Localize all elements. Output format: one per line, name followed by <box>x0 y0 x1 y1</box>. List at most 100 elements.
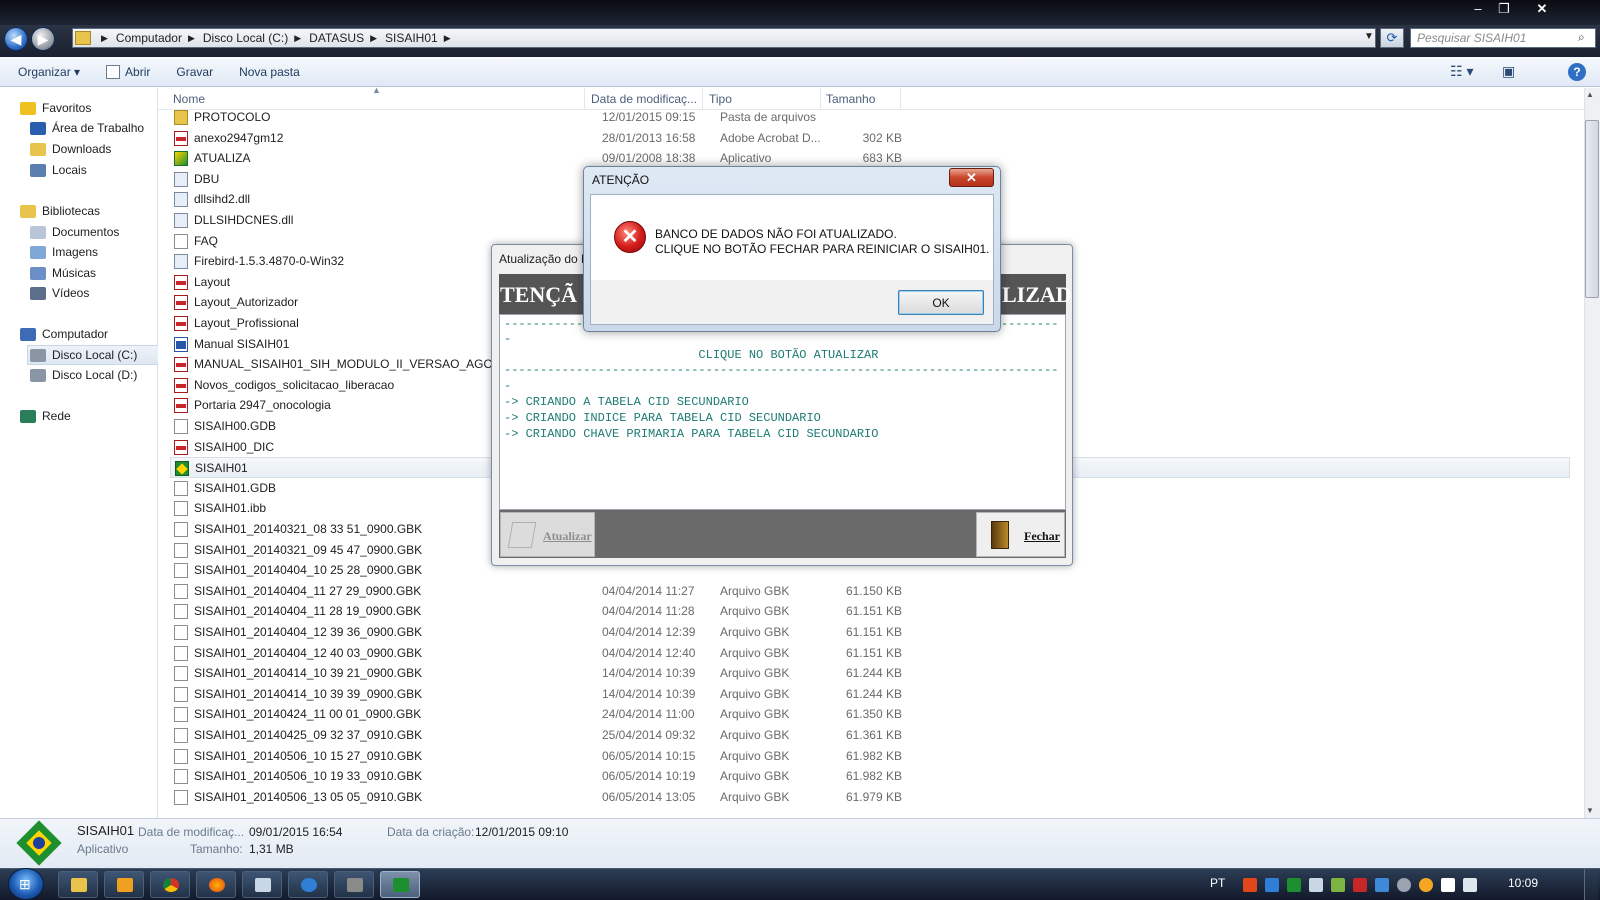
search-icon[interactable]: ⌕ <box>1578 30 1585 45</box>
view-options-icon[interactable]: ☷ ▾ <box>1450 63 1473 80</box>
sidebar-item-locais[interactable]: Locais <box>30 160 87 180</box>
file-row[interactable]: SISAIH01_20140404_12 39 36_0900.GBK 04/04… <box>170 622 1570 643</box>
taskbar-sisaih01[interactable] <box>380 871 420 898</box>
file-file-icon <box>174 728 188 743</box>
file-row[interactable]: SISAIH01_20140425_09 32 37_0910.GBK 25/04… <box>170 725 1570 746</box>
column-date[interactable]: Data de modificaç... <box>591 92 697 106</box>
taskbar-firefox[interactable] <box>196 871 236 898</box>
sidebar-item-computador[interactable]: Computador <box>20 324 108 344</box>
breadcrumb-disco-local[interactable]: Disco Local (C:) <box>203 31 288 45</box>
sidebar-item-downloads[interactable]: Downloads <box>30 139 111 159</box>
start-button[interactable]: ⊞ <box>8 868 44 900</box>
file-row[interactable]: SISAIH01_20140506_10 19 33_0910.GBK 06/05… <box>170 766 1570 787</box>
scrollbar-thumb[interactable] <box>1585 120 1599 298</box>
file-row[interactable]: SISAIH01_20140404_12 40 03_0900.GBK 04/04… <box>170 643 1570 664</box>
ok-button[interactable]: OK <box>898 290 984 315</box>
update-button[interactable]: Atualizar <box>500 512 595 557</box>
search-input[interactable]: Pesquisar SISAIH01 <box>1410 28 1596 48</box>
sidebar-item-m-sicas[interactable]: Músicas <box>30 263 96 283</box>
new-folder-button[interactable]: Nova pasta <box>239 65 300 79</box>
tray-app-icon[interactable] <box>1287 878 1301 892</box>
file-date: 28/01/2013 16:58 <box>602 130 696 145</box>
sidebar-item-documentos[interactable]: Documentos <box>30 222 119 242</box>
tray-app-icon[interactable] <box>1397 878 1411 892</box>
maximize-button[interactable]: ❐ <box>1490 0 1518 18</box>
sidebar-item--rea-de-trabalho[interactable]: Área de Trabalho <box>30 118 144 138</box>
action-center-flag-icon[interactable] <box>1441 878 1455 892</box>
close-button[interactable]: Fechar <box>976 512 1065 557</box>
breadcrumb-sisaih01[interactable]: SISAIH01 <box>385 31 438 45</box>
volume-icon[interactable] <box>1463 878 1477 892</box>
file-row[interactable]: PROTOCOLO 12/01/2015 09:15 Pasta de arquiv… <box>170 107 1570 128</box>
file-date: 25/04/2014 09:32 <box>602 728 696 742</box>
tray-shield-icon[interactable] <box>1353 878 1367 892</box>
file-row[interactable]: SISAIH01_20140506_13 05 05_0910.GBK 06/05… <box>170 787 1570 808</box>
computer-icon <box>20 327 36 341</box>
tray-network-icon[interactable] <box>1375 878 1389 892</box>
sidebar-item-favoritos[interactable]: Favoritos <box>20 98 91 118</box>
file-row[interactable]: SISAIH01_20140404_11 28 19_0900.GBK 04/04… <box>170 601 1570 622</box>
file-row[interactable]: SISAIH01_20140424_11 00 01_0900.GBK 24/04… <box>170 704 1570 725</box>
command-bar: Organizar ▾ Abrir Gravar Nova pasta <box>0 57 1600 87</box>
burn-button[interactable]: Gravar <box>176 65 213 79</box>
organize-button[interactable]: Organizar ▾ <box>18 65 80 79</box>
file-type: Aplicativo <box>720 151 772 166</box>
dialog-close-button[interactable]: ✕ <box>949 168 994 187</box>
file-row[interactable]: SISAIH01_20140414_10 39 21_0900.GBK 14/04… <box>170 663 1570 684</box>
column-size[interactable]: Tamanho <box>826 92 875 106</box>
back-arrow-icon: ◀ <box>10 31 22 47</box>
firefox-icon <box>209 878 225 892</box>
file-name: MANUAL_SISAIH01_SIH_MODULO_II_VERSAO_AGO… <box>194 357 531 372</box>
file-name: SISAIH01_20140404_12 39 36_0900.GBK <box>194 625 423 639</box>
file-row[interactable]: SISAIH01_20140414_10 39 39_0900.GBK 14/04… <box>170 684 1570 705</box>
taskbar-explorer[interactable] <box>58 871 98 898</box>
taskbar-clock[interactable]: 10:09 <box>1508 876 1538 890</box>
taskbar-atualiza[interactable] <box>334 871 374 898</box>
sidebar-item-imagens[interactable]: Imagens <box>30 242 98 262</box>
scroll-down-icon[interactable]: ▼ <box>1586 806 1594 815</box>
forward-button[interactable]: ▶ <box>31 27 55 51</box>
file-file-icon <box>174 686 188 702</box>
preview-pane-icon[interactable]: ▣ <box>1502 63 1515 80</box>
taskbar-media-player[interactable] <box>104 871 144 898</box>
tray-app-icon[interactable] <box>1419 878 1433 892</box>
breadcrumb-datasus[interactable]: DATASUS <box>309 31 364 45</box>
address-bar[interactable]: ▶ Computador ▶ Disco Local (C:) ▶ DATASU… <box>72 28 1376 48</box>
column-type[interactable]: Tipo <box>709 92 732 106</box>
file-row[interactable]: SISAIH01_20140506_10 15 27_0910.GBK 06/05… <box>170 746 1570 767</box>
file-name: SISAIH01_20140506_10 19 33_0910.GBK <box>194 769 423 784</box>
taskbar-chrome[interactable] <box>150 871 190 898</box>
sidebar-item-disco-local-d-[interactable]: Disco Local (D:) <box>30 365 137 385</box>
sidebar-item-label: Imagens <box>52 245 99 259</box>
tray-app-icon[interactable] <box>1331 878 1345 892</box>
file-name: SISAIH01_20140414_10 39 21_0900.GBK <box>194 666 423 681</box>
file-type: Arquivo GBK <box>720 645 790 660</box>
tray-app-icon[interactable] <box>1243 878 1257 892</box>
sidebar-item-rede[interactable]: Rede <box>20 406 71 426</box>
sidebar-item-bibliotecas[interactable]: Bibliotecas <box>20 201 100 221</box>
refresh-button[interactable]: ⟳ <box>1380 28 1404 48</box>
back-button[interactable]: ◀ <box>4 27 28 51</box>
sidebar-item-v-deos[interactable]: Vídeos <box>30 283 89 303</box>
sidebar-item-label: Favoritos <box>42 101 92 115</box>
breadcrumb-computador[interactable]: Computador <box>116 31 182 45</box>
open-button[interactable]: Abrir <box>106 64 150 79</box>
language-indicator[interactable]: PT <box>1210 876 1225 890</box>
taskbar-calculator[interactable] <box>242 871 282 898</box>
sidebar-item-disco-local-c-[interactable]: Disco Local (C:) <box>27 345 179 365</box>
breadcrumb-arrow-icon: ▶ <box>101 32 108 43</box>
file-row[interactable]: anexo2947gm12 28/01/2013 16:58 Adobe Acrob… <box>170 128 1570 149</box>
taskbar-internet-explorer[interactable] <box>288 871 328 898</box>
file-file-icon <box>174 645 188 661</box>
minimize-button[interactable]: – <box>1464 0 1492 18</box>
scroll-up-icon[interactable]: ▲ <box>1586 90 1594 99</box>
show-desktop-button[interactable] <box>1584 869 1598 900</box>
address-dropdown-icon[interactable]: ▼ <box>1364 31 1374 42</box>
file-row[interactable]: SISAIH01_20140404_11 27 29_0900.GBK 04/04… <box>170 581 1570 602</box>
tray-app-icon[interactable] <box>1309 878 1323 892</box>
help-icon[interactable]: ? <box>1568 63 1586 81</box>
file-date: 12/01/2015 09:15 <box>602 110 696 124</box>
close-window-button[interactable]: ✕ <box>1524 0 1560 18</box>
tray-app-icon[interactable] <box>1265 878 1279 892</box>
column-name[interactable]: Nome <box>173 92 205 106</box>
